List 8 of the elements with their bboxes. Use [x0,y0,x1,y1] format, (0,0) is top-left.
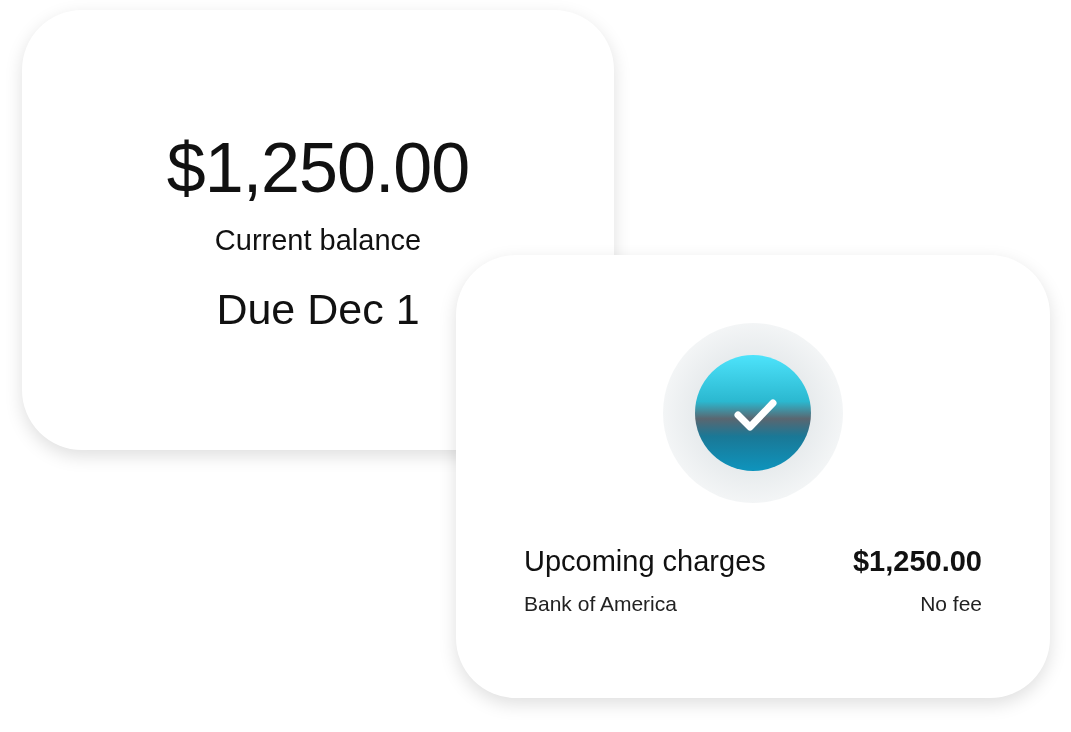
charges-title: Upcoming charges [524,544,766,579]
check-badge-icon [663,323,843,503]
fee-label: No fee [920,591,982,617]
due-date: Due Dec 1 [216,284,420,334]
charges-amount: $1,250.00 [853,544,982,579]
bank-name: Bank of America [524,591,677,617]
balance-amount: $1,250.00 [166,128,470,208]
balance-label: Current balance [214,223,422,258]
